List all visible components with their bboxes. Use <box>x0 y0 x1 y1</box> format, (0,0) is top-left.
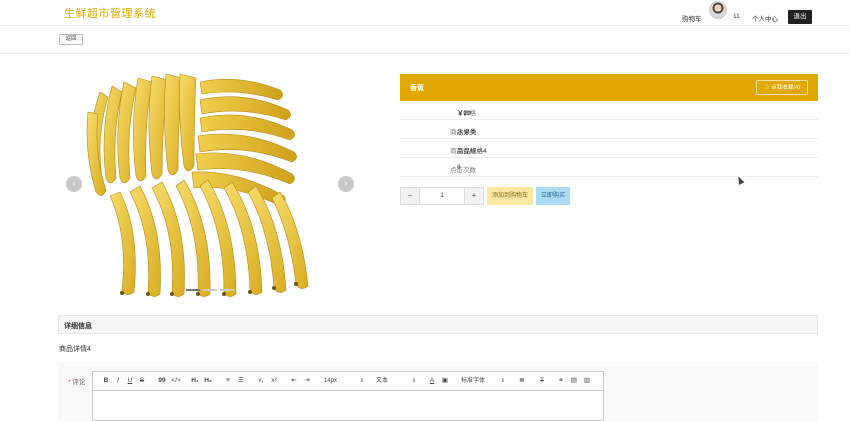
favorite-label: 点我收藏(4) <box>771 85 800 91</box>
quantity-input[interactable]: 1 <box>419 188 465 204</box>
carousel-dot[interactable] <box>186 289 200 291</box>
sub-toolbar: 返回 <box>0 26 850 54</box>
minus-icon[interactable]: − <box>401 188 419 204</box>
back-button[interactable]: 返回 <box>59 34 83 45</box>
price-value: ￥20 <box>457 110 471 117</box>
link-icon[interactable]: ⚭ <box>556 376 566 386</box>
bold-icon[interactable]: B <box>102 376 110 386</box>
text-type-select[interactable]: 文本 ⇕ <box>376 376 416 386</box>
category-value: 水果类 <box>457 129 477 136</box>
product-header: 香蕉 ☆点我收藏(4) <box>400 74 818 101</box>
font-size-value: 14px <box>324 378 338 384</box>
profile-link[interactable]: 个人中心 <box>752 13 778 23</box>
info-row-price: 价格 ￥20 <box>400 101 818 120</box>
product-info-panel: 香蕉 ☆点我收藏(4) 价格 ￥20 商品分类 水果类 商品规格 商品规格4 点… <box>400 74 818 177</box>
bullet-list-icon[interactable]: ☰ <box>236 376 246 386</box>
favorite-button[interactable]: ☆点我收藏(4) <box>756 80 808 95</box>
caret-icon: ⇕ <box>411 378 416 384</box>
spec-value: 商品规格4 <box>457 148 487 155</box>
plus-icon[interactable]: + <box>465 188 483 204</box>
font-size-select[interactable]: 14px ⇕ <box>324 376 364 386</box>
superscript-icon[interactable]: x² <box>269 376 279 386</box>
banana-image <box>86 73 309 297</box>
comment-label-text: 评论 <box>72 379 86 386</box>
clear-format-icon[interactable]: T <box>537 376 547 386</box>
chevron-right-icon[interactable]: › <box>338 176 354 192</box>
font-family-value: 标准字体 <box>461 378 486 384</box>
required-mark: * <box>68 379 71 386</box>
code-block-icon[interactable]: </> <box>170 376 182 386</box>
underline-icon[interactable]: U <box>126 376 134 386</box>
carousel-dot[interactable] <box>220 289 234 291</box>
video-icon[interactable]: ▥ <box>582 376 592 386</box>
detail-section-header: 详细信息 <box>58 315 818 334</box>
quantity-stepper: − 1 + <box>400 187 484 205</box>
image-icon[interactable]: ▤ <box>569 376 579 386</box>
buy-now-button[interactable]: 立即购买 <box>536 187 570 205</box>
chevron-left-icon[interactable]: ‹ <box>66 176 82 192</box>
indent-icon[interactable]: ⇥ <box>302 376 312 386</box>
info-row-spec: 商品规格 商品规格4 <box>400 139 818 158</box>
align-icon[interactable]: ≣ <box>517 376 527 386</box>
top-navbar: 生鲜超市管理系统 购物车 11 个人中心 退出 <box>0 0 850 26</box>
clicks-value: 8 <box>457 164 461 171</box>
avatar[interactable] <box>709 1 727 19</box>
heading-2-icon[interactable]: H₂ <box>203 376 213 386</box>
italic-icon[interactable]: I <box>114 376 122 386</box>
info-row-category: 商品分类 水果类 <box>400 120 818 139</box>
star-icon: ☆ <box>763 84 771 91</box>
caret-icon: ⇕ <box>359 378 364 384</box>
product-image-carousel <box>60 72 360 300</box>
editor-toolbar: B I U S 99 </> H₁ H₂ ≡ ☰ x₁ x² ⇤ ⇥ 14px ⇕… <box>93 372 603 391</box>
outdent-icon[interactable]: ⇤ <box>289 376 299 386</box>
user-number: 11 <box>733 13 740 20</box>
site-title[interactable]: 生鲜超市管理系统 <box>64 5 156 21</box>
info-row-clicks: 点击次数 8 <box>400 158 818 177</box>
blockquote-icon[interactable]: 99 <box>157 376 167 386</box>
caret-icon: ⇕ <box>500 378 505 384</box>
rich-text-editor[interactable]: B I U S 99 </> H₁ H₂ ≡ ☰ x₁ x² ⇤ ⇥ 14px ⇕… <box>92 371 604 421</box>
ordered-list-icon[interactable]: ≡ <box>223 376 233 386</box>
detail-section-title: 详细信息 <box>64 323 92 330</box>
cart-link[interactable]: 购物车 <box>682 13 702 23</box>
subscript-icon[interactable]: x₁ <box>256 376 266 386</box>
text-type-value: 文本 <box>376 378 389 384</box>
product-description: 商品详情4 <box>59 346 91 353</box>
carousel-indicators <box>186 289 234 291</box>
info-label: 点击次数 <box>450 167 476 174</box>
product-name: 香蕉 <box>410 85 424 92</box>
logout-button[interactable]: 退出 <box>788 10 812 24</box>
font-color-icon[interactable]: A <box>427 376 437 386</box>
add-to-cart-button[interactable]: 添加到购物车 <box>487 187 533 205</box>
strikethrough-icon[interactable]: S <box>138 376 146 386</box>
heading-1-icon[interactable]: H₁ <box>190 376 200 386</box>
comment-label: * 评论 <box>68 376 85 386</box>
carousel-dot[interactable] <box>203 289 217 291</box>
background-color-icon[interactable]: ▣ <box>440 376 450 386</box>
font-family-select[interactable]: 标准字体 ⇕ <box>461 376 505 386</box>
